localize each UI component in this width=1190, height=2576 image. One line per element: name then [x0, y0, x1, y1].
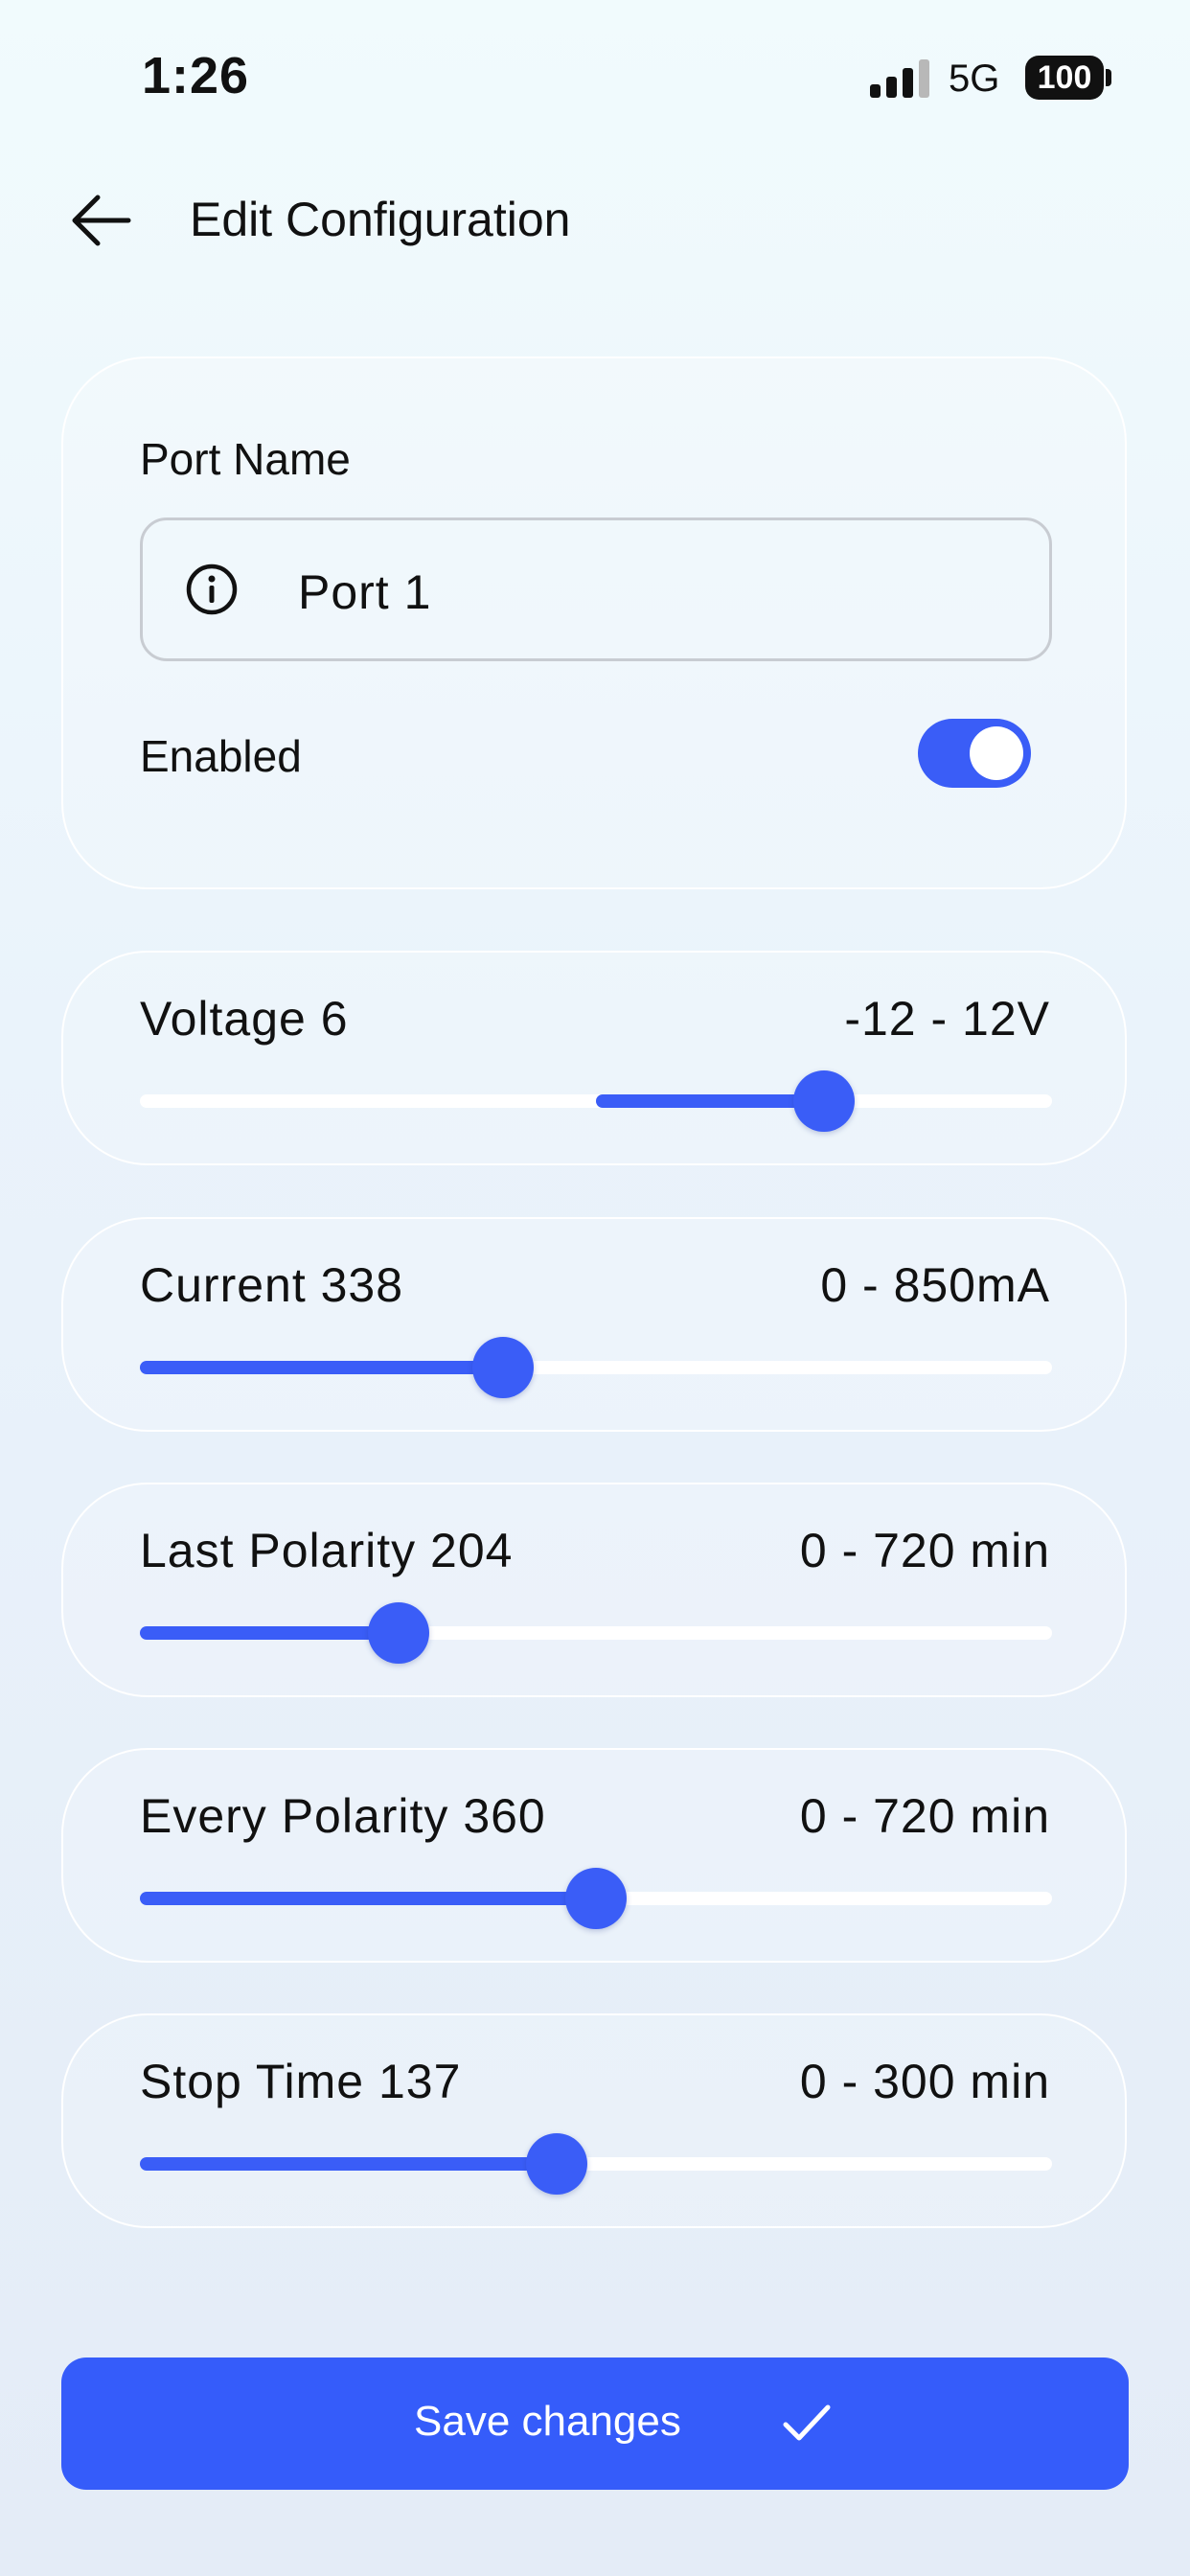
last-polarity-range: 0 - 720 min — [799, 1524, 1050, 1577]
network-type: 5G — [949, 58, 1000, 100]
every-polarity-slider-thumb[interactable] — [565, 1868, 627, 1929]
enabled-label: Enabled — [140, 731, 302, 781]
battery-tip — [1106, 69, 1111, 86]
voltage-range: -12 - 12V — [844, 992, 1050, 1046]
current-slider-fill — [140, 1361, 503, 1374]
stop-time-range: 0 - 300 min — [799, 2055, 1050, 2108]
save-button-label: Save changes — [414, 2398, 681, 2445]
voltage-label: Voltage 6 — [140, 992, 349, 1046]
last-polarity-slider-thumb[interactable] — [367, 1602, 429, 1664]
stop-time-slider[interactable] — [140, 2133, 1052, 2195]
every-polarity-range: 0 - 720 min — [799, 1789, 1050, 1843]
every-polarity-label: Every Polarity 360 — [140, 1789, 546, 1843]
port-name-input[interactable]: Port 1 — [140, 518, 1052, 661]
stop-time-card: Stop Time 137 0 - 300 min — [61, 2013, 1127, 2228]
header: Edit Configuration — [0, 172, 1190, 268]
every-polarity-card: Every Polarity 360 0 - 720 min — [61, 1748, 1127, 1963]
page-title: Edit Configuration — [190, 193, 571, 246]
status-bar: 1:26 5G 100 — [0, 0, 1190, 144]
check-icon — [780, 2396, 834, 2450]
voltage-card: Voltage 6 -12 - 12V — [61, 951, 1127, 1165]
port-name-label: Port Name — [140, 434, 351, 484]
every-polarity-slider[interactable] — [140, 1868, 1052, 1929]
current-label: Current 338 — [140, 1258, 404, 1312]
enabled-toggle[interactable] — [918, 719, 1031, 788]
last-polarity-card: Last Polarity 204 0 - 720 min — [61, 1483, 1127, 1697]
current-card: Current 338 0 - 850mA — [61, 1217, 1127, 1432]
last-polarity-slider-fill — [140, 1626, 399, 1640]
status-time: 1:26 — [142, 47, 250, 104]
current-slider-thumb[interactable] — [471, 1337, 534, 1398]
last-polarity-slider[interactable] — [140, 1602, 1052, 1664]
port-name-value: Port 1 — [298, 565, 432, 619]
battery-icon: 100 — [1025, 56, 1104, 100]
voltage-slider[interactable] — [140, 1070, 1052, 1132]
stop-time-label: Stop Time 137 — [140, 2055, 462, 2108]
voltage-slider-fill — [596, 1094, 824, 1108]
toggle-knob — [970, 726, 1023, 780]
info-icon — [185, 563, 239, 616]
current-slider[interactable] — [140, 1337, 1052, 1398]
arrow-left-icon[interactable] — [67, 190, 136, 251]
current-range: 0 - 850mA — [820, 1258, 1050, 1312]
stop-time-slider-thumb[interactable] — [525, 2133, 587, 2195]
signal-icon — [870, 58, 931, 98]
stop-time-slider-fill — [140, 2157, 557, 2171]
save-changes-button[interactable]: Save changes — [61, 2358, 1129, 2490]
voltage-slider-thumb[interactable] — [793, 1070, 855, 1132]
port-settings-card: Port Name Port 1 Enabled — [61, 356, 1127, 889]
last-polarity-label: Last Polarity 204 — [140, 1524, 514, 1577]
every-polarity-slider-fill — [140, 1892, 596, 1905]
